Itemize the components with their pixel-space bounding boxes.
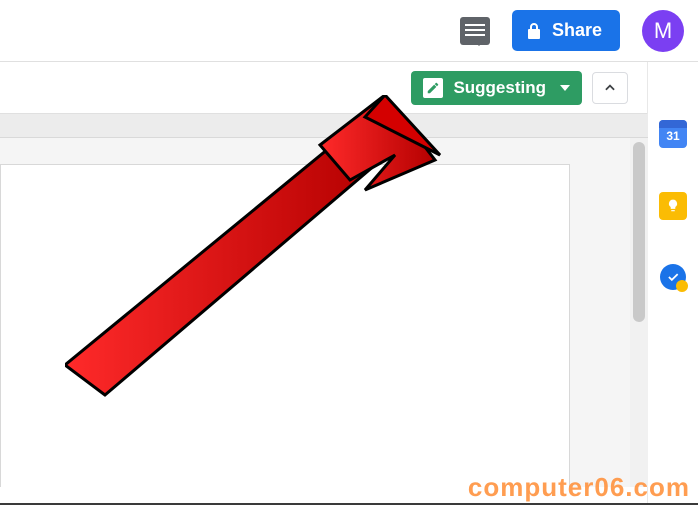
tasks-icon[interactable] [660,264,686,290]
collapse-toolbar-button[interactable] [592,72,628,104]
share-button[interactable]: Share [512,10,620,51]
side-panel: 31 [648,62,698,487]
suggesting-icon [423,78,443,98]
calendar-icon[interactable]: 31 [659,120,687,148]
document-page[interactable] [0,164,570,487]
vertical-scrollbar[interactable] [630,138,648,487]
comments-icon[interactable] [460,17,490,45]
avatar[interactable]: M [642,10,684,52]
calendar-day: 31 [666,129,679,143]
editing-mode-dropdown[interactable]: Suggesting [411,71,582,105]
header-bar: Share M [0,0,698,62]
avatar-initial: M [654,18,672,44]
ruler [0,114,648,138]
share-label: Share [552,20,602,41]
lock-icon [526,22,542,40]
scrollbar-thumb[interactable] [633,142,645,322]
watermark-text: computer06.com [468,472,690,503]
keep-icon[interactable] [659,192,687,220]
document-area [0,138,648,487]
toolbar: Suggesting [0,62,648,114]
chevron-down-icon [560,85,570,91]
chevron-up-icon [603,81,617,95]
mode-label: Suggesting [453,78,546,98]
